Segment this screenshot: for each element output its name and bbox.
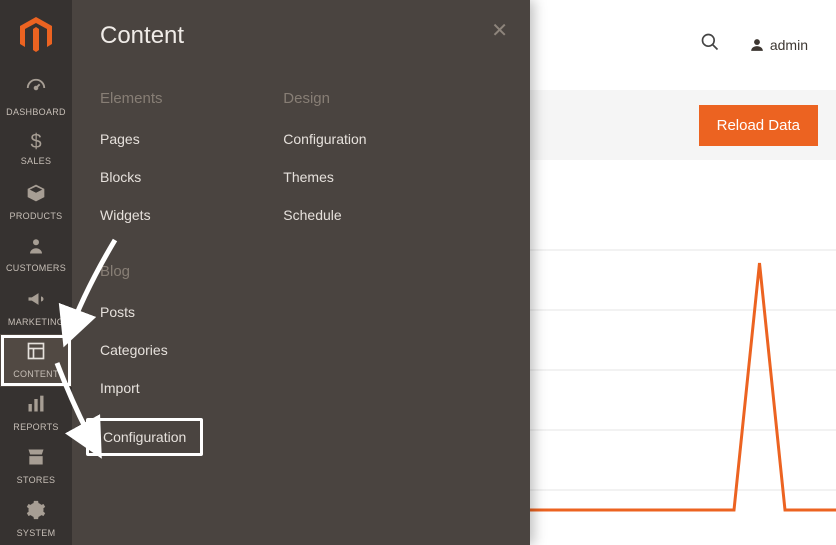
rail-label: STORES — [17, 475, 56, 485]
admin-user-menu[interactable]: admin — [750, 37, 808, 53]
magento-logo[interactable] — [0, 0, 72, 70]
person-icon — [750, 38, 764, 52]
admin-header: admin — [530, 0, 836, 90]
rail-item-dashboard[interactable]: DASHBOARD — [0, 70, 72, 123]
rail-label: PRODUCTS — [10, 211, 63, 221]
page-actions: Reload Data — [530, 90, 836, 160]
menu-item-categories[interactable]: Categories — [100, 342, 203, 358]
storefront-icon — [26, 447, 46, 471]
menu-item-widgets[interactable]: Widgets — [100, 207, 203, 223]
dashboard-chart — [530, 230, 836, 530]
bullhorn-icon — [26, 289, 46, 313]
rail-label: REPORTS — [13, 422, 58, 432]
rail-label: MARKETING — [8, 317, 64, 327]
menu-item-blog-configuration[interactable]: Configuration — [86, 418, 203, 456]
reload-data-button[interactable]: Reload Data — [699, 105, 818, 146]
menu-item-posts[interactable]: Posts — [100, 304, 203, 320]
rail-item-content[interactable]: CONTENT — [0, 334, 72, 387]
section-heading-elements: Elements — [100, 90, 203, 107]
layout-icon — [26, 341, 46, 365]
search-icon[interactable] — [700, 32, 720, 58]
menu-item-pages[interactable]: Pages — [100, 131, 203, 147]
rail-label: SYSTEM — [17, 528, 56, 538]
menu-item-import[interactable]: Import — [100, 380, 203, 396]
gears-icon — [26, 500, 46, 524]
rail-item-products[interactable]: PRODUCTS — [0, 176, 72, 229]
cube-icon — [26, 183, 46, 207]
menu-item-configuration[interactable]: Configuration — [283, 131, 366, 147]
content-flyout: Content ✕ Elements Pages Blocks Widgets … — [72, 0, 530, 545]
rail-item-sales[interactable]: $ SALES — [0, 123, 72, 176]
admin-rail: DASHBOARD $ SALES PRODUCTS CUSTOMERS MAR… — [0, 0, 72, 545]
menu-item-blocks[interactable]: Blocks — [100, 169, 203, 185]
gauge-icon — [25, 77, 47, 103]
rail-label: CONTENT — [13, 369, 59, 379]
rail-item-system[interactable]: SYSTEM — [0, 492, 72, 545]
rail-item-stores[interactable]: STORES — [0, 439, 72, 492]
menu-item-schedule[interactable]: Schedule — [283, 207, 366, 223]
bars-icon — [26, 394, 46, 418]
section-heading-blog: Blog — [100, 263, 203, 280]
rail-item-marketing[interactable]: MARKETING — [0, 281, 72, 334]
close-icon[interactable]: ✕ — [491, 18, 508, 43]
section-heading-design: Design — [283, 90, 366, 107]
dollar-icon: $ — [30, 132, 41, 152]
admin-user-label: admin — [770, 37, 808, 53]
rail-item-customers[interactable]: CUSTOMERS — [0, 229, 72, 282]
rail-item-reports[interactable]: REPORTS — [0, 387, 72, 440]
person-icon — [27, 237, 45, 259]
rail-label: CUSTOMERS — [6, 263, 66, 273]
rail-label: SALES — [21, 156, 52, 166]
rail-label: DASHBOARD — [6, 107, 66, 117]
menu-item-themes[interactable]: Themes — [283, 169, 366, 185]
flyout-title: Content — [100, 22, 502, 50]
